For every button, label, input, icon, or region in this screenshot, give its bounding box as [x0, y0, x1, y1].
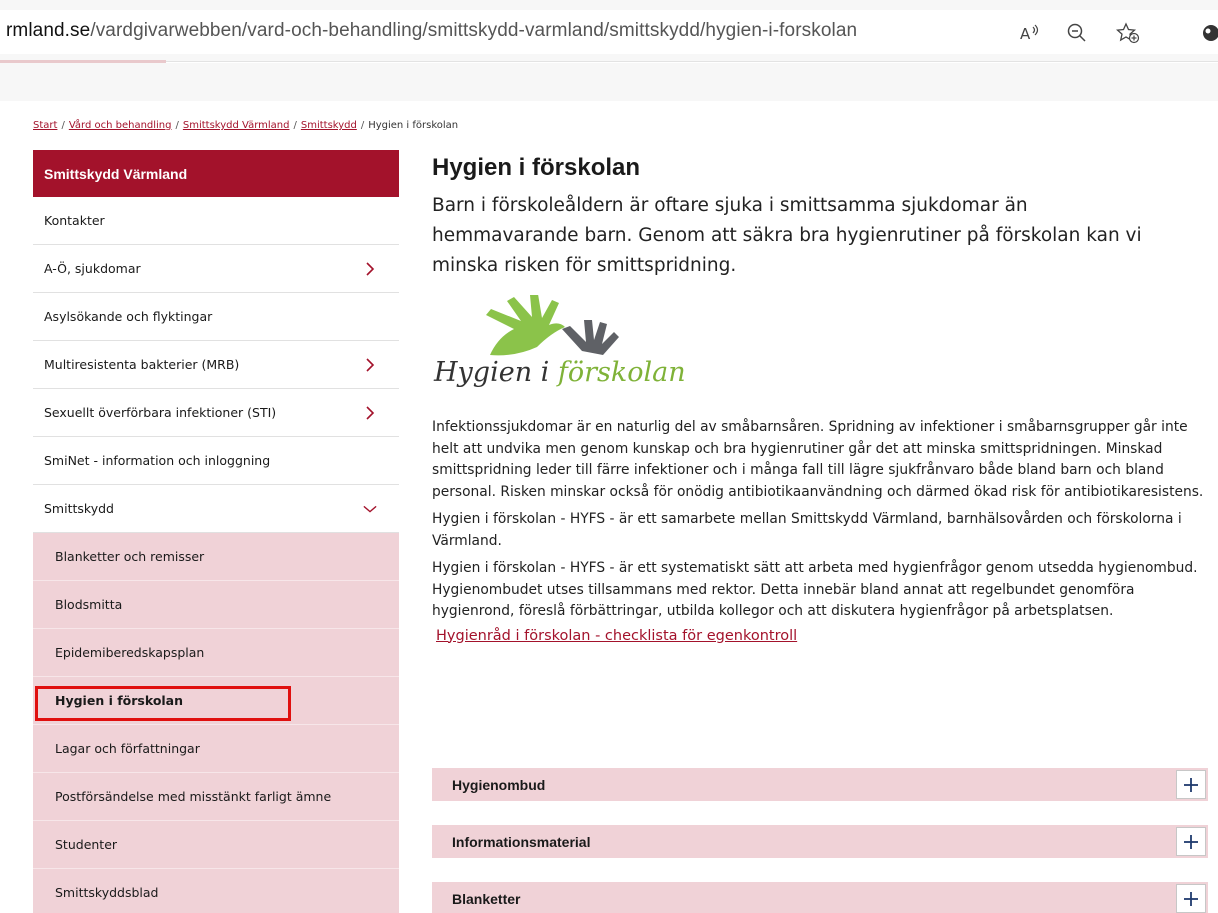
browser-address-bar: rmland.se/vardgivarwebben/vard-och-behan… — [0, 0, 1218, 63]
sidebar-item-label: Sexuellt överförbara infektioner (STI) — [44, 405, 277, 420]
body-paragraph: Hygien i förskolan - HYFS - är ett samar… — [432, 511, 1182, 549]
sidebar-subitem-studenter[interactable]: Studenter — [33, 821, 399, 869]
browser-toolbar-strip — [0, 63, 1218, 101]
sidebar-subitem-label: Lagar och författningar — [55, 741, 200, 756]
page-title: Hygien i förskolan — [432, 154, 641, 181]
sidebar-item-label: Asylsökande och flyktingar — [44, 309, 213, 324]
sidebar-subitem-label: Epidemiberedskapsplan — [55, 645, 205, 660]
chevron-down-icon[interactable] — [363, 502, 377, 516]
sidebar-item-label: SmiNet - information och inloggning — [44, 453, 271, 468]
main-content: Hygien i förskolan Barn i förskoleåldern… — [432, 150, 1208, 644]
sidebar-subitem-label: Postförsändelse med misstänkt farligt äm… — [55, 789, 332, 804]
sidebar-subitem-label: Studenter — [55, 837, 118, 852]
plus-icon[interactable] — [1176, 827, 1206, 856]
chevron-right-icon[interactable] — [363, 261, 377, 276]
sidebar-subitem-label: Blodsmitta — [55, 597, 123, 612]
favorites-icon[interactable] — [1115, 20, 1141, 46]
current-item-highlight-box — [35, 686, 291, 721]
breadcrumb-smittskydd-varmland[interactable]: Smittskydd Värmland — [183, 120, 290, 131]
browser-extension-icon[interactable] — [1198, 20, 1218, 46]
read-aloud-icon[interactable]: A — [1016, 20, 1042, 46]
sidebar-item-kontakter[interactable]: Kontakter — [33, 197, 399, 245]
sidebar-item-mrb[interactable]: Multiresistenta bakterier (MRB) — [33, 341, 399, 389]
breadcrumb: Start / Vård och behandling / Smittskydd Vär… — [33, 120, 459, 131]
hygien-i-forskolan-logo: Hygien i förskolan — [432, 294, 752, 405]
accordion-label: Informationsmaterial — [452, 834, 591, 850]
sidebar-subitem-blanketter-och-remisser[interactable]: Blanketter och remisser — [33, 533, 399, 581]
sidebar-nav: Smittskydd Värmland Kontakter A-Ö, sjukd… — [33, 150, 399, 913]
accordion-label: Blanketter — [452, 891, 521, 907]
sidebar-item-sminet[interactable]: SmiNet - information och inloggning — [33, 437, 399, 485]
sidebar-item-label: Multiresistenta bakterier (MRB) — [44, 357, 240, 372]
hands-logo-icon — [486, 294, 619, 356]
sidebar-item-asylsokande[interactable]: Asylsökande och flyktingar — [33, 293, 399, 341]
breadcrumb-smittskydd[interactable]: Smittskydd — [301, 120, 357, 131]
sidebar-subitem-label: Smittskyddsblad — [55, 885, 159, 900]
url-field[interactable]: rmland.se/vardgivarwebben/vard-och-behan… — [0, 10, 1218, 54]
sidebar-heading[interactable]: Smittskydd Värmland — [33, 150, 399, 197]
body-paragraph: Hygien i förskolan - HYFS - är ett syste… — [432, 560, 1198, 619]
sidebar-item-sti[interactable]: Sexuellt överförbara infektioner (STI) — [33, 389, 399, 437]
checklist-link[interactable]: Hygienråd i förskolan - checklista för e… — [436, 628, 1208, 644]
sidebar-subitem-epidemiberedskapsplan[interactable]: Epidemiberedskapsplan — [33, 629, 399, 677]
accordion-hygienombud[interactable]: Hygienombud — [432, 768, 1208, 801]
breadcrumb-start[interactable]: Start — [33, 120, 57, 131]
plus-icon[interactable] — [1176, 884, 1206, 913]
logo-text: Hygien i förskolan — [434, 357, 686, 388]
sidebar-subitem-lagar-och-forfattningar[interactable]: Lagar och författningar — [33, 725, 399, 773]
body-paragraph: Infektionssjukdomar är en naturlig del a… — [432, 419, 1204, 500]
accordion-label: Hygienombud — [452, 777, 546, 793]
plus-icon[interactable] — [1176, 770, 1206, 799]
svg-text:A: A — [1020, 25, 1031, 43]
sidebar-subitem-label: Blanketter och remisser — [55, 549, 205, 564]
sidebar-subitem-smittskyddsblad[interactable]: Smittskyddsblad — [33, 869, 399, 913]
sidebar-item-a-o-sjukdomar[interactable]: A-Ö, sjukdomar — [33, 245, 399, 293]
sidebar-item-label: A-Ö, sjukdomar — [44, 261, 141, 276]
accordion-informationsmaterial[interactable]: Informationsmaterial — [432, 825, 1208, 858]
sidebar-subitem-blodsmitta[interactable]: Blodsmitta — [33, 581, 399, 629]
chevron-right-icon[interactable] — [363, 405, 377, 420]
sidebar-item-label: Smittskydd — [44, 501, 114, 516]
lead-text: Barn i förskoleåldern är oftare sjuka i … — [432, 195, 1142, 276]
sidebar-subitem-postforsandelse[interactable]: Postförsändelse med misstänkt farligt äm… — [33, 773, 399, 821]
breadcrumb-current: Hygien i förskolan — [368, 120, 459, 131]
accordion-blanketter[interactable]: Blanketter — [432, 882, 1208, 913]
chevron-right-icon[interactable] — [363, 357, 377, 372]
breadcrumb-vard-och-behandling[interactable]: Vård och behandling — [69, 120, 172, 131]
zoom-out-icon[interactable] — [1064, 20, 1090, 46]
sidebar-item-label: Kontakter — [44, 213, 105, 228]
sidebar-item-smittskydd[interactable]: Smittskydd — [33, 485, 399, 533]
url-text[interactable]: rmland.se/vardgivarwebben/vard-och-behan… — [6, 20, 857, 42]
